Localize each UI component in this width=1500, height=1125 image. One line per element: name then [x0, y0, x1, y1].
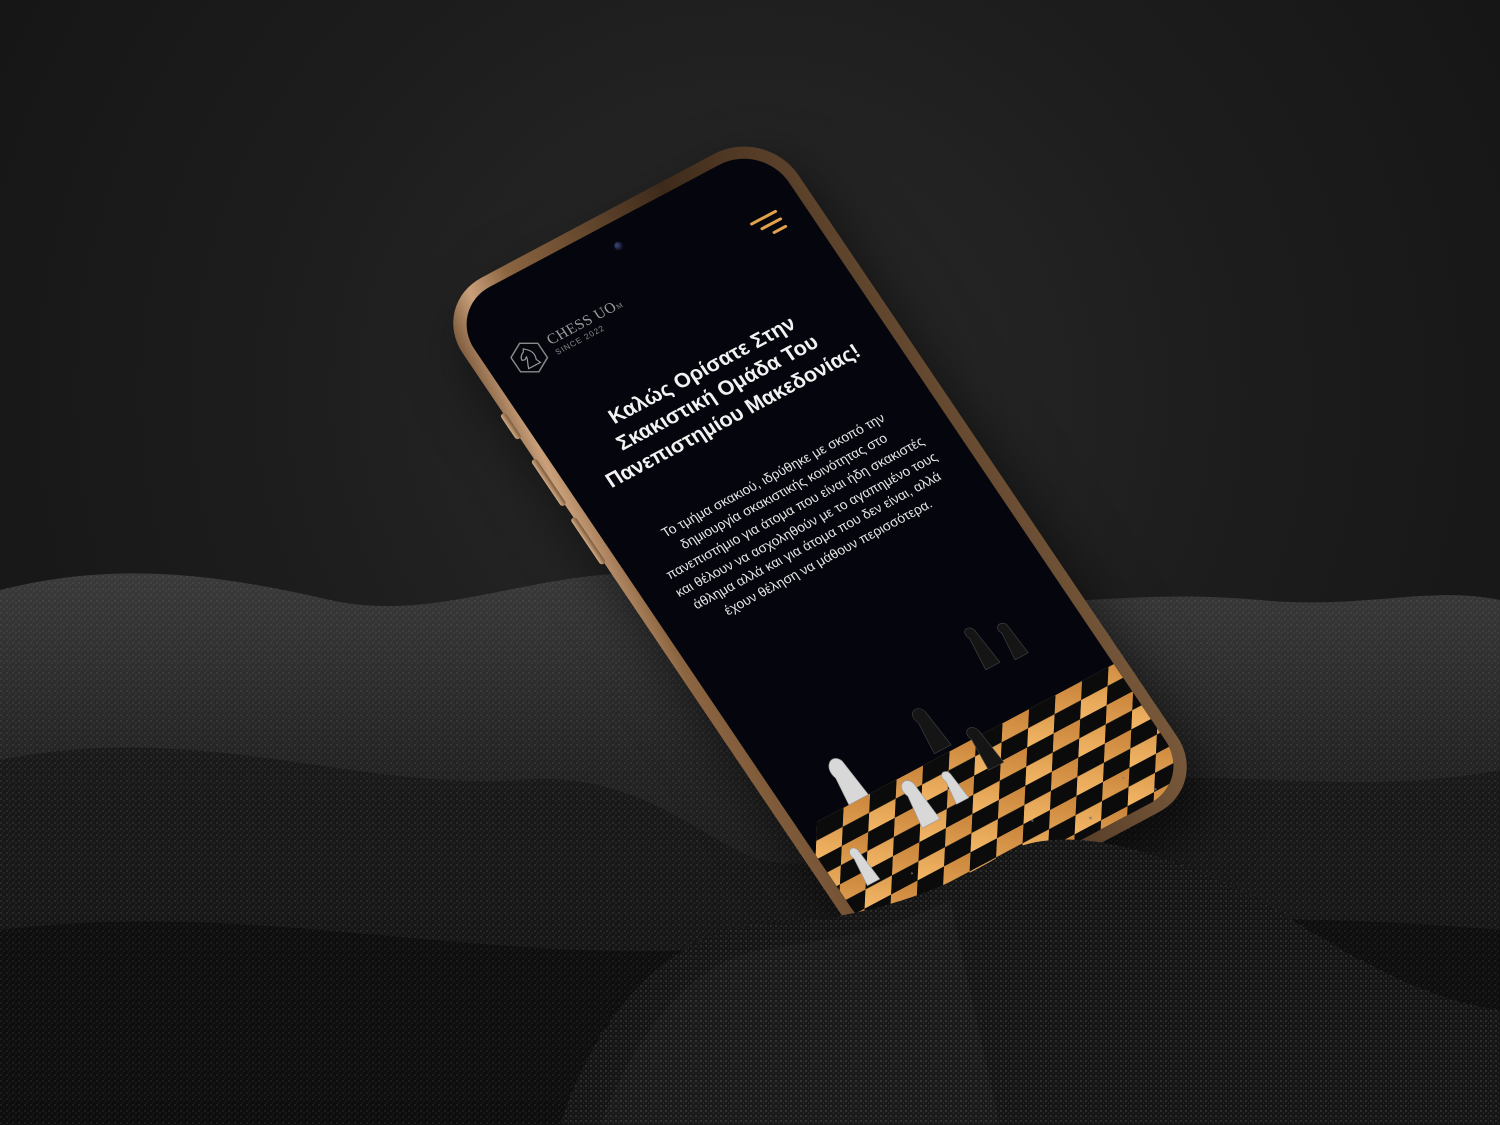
logo-text: CHESS UOM SINCE 2022 — [544, 297, 631, 356]
menu-line-bottom — [771, 224, 788, 235]
site-logo[interactable]: CHESS UOM SINCE 2022 — [502, 291, 635, 382]
hamburger-menu-button[interactable] — [749, 209, 790, 245]
mockup-scene: CHESS UOM SINCE 2022 Καλώς Ορίσατε Στην … — [0, 0, 1500, 1125]
front-camera — [612, 240, 626, 252]
